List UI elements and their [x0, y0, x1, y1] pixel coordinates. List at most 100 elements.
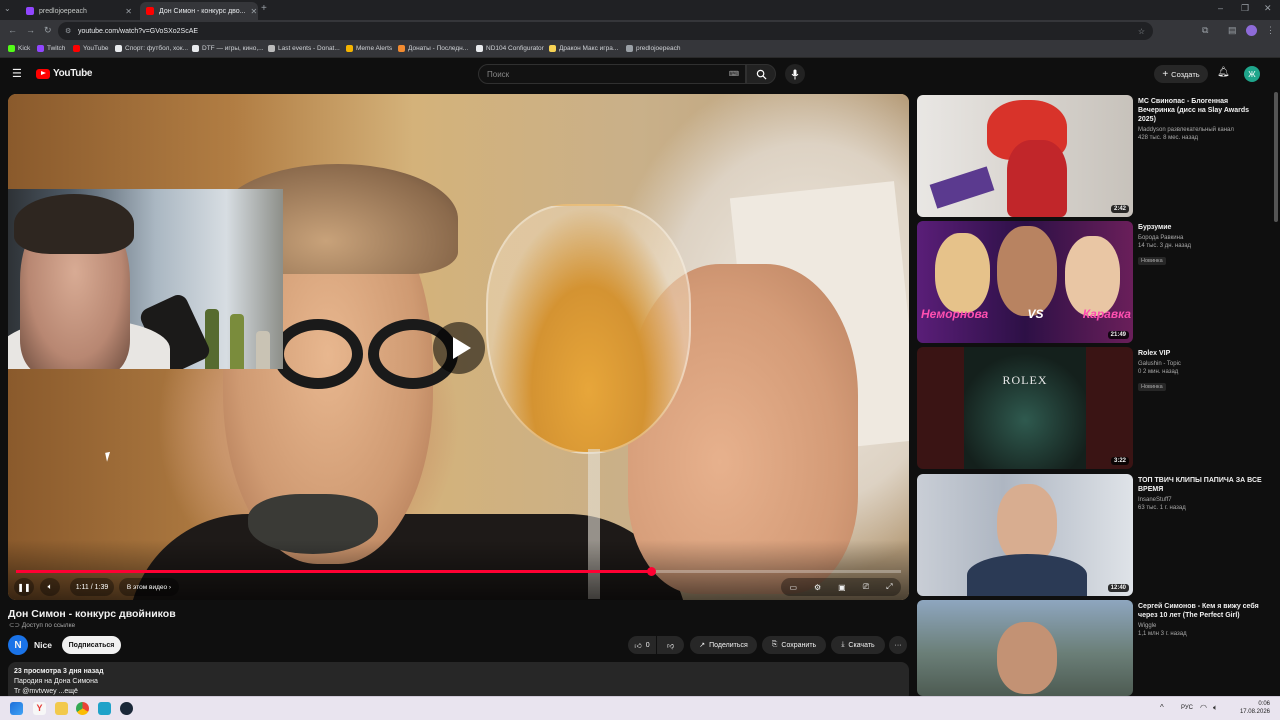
profile-avatar-icon[interactable] [1246, 25, 1257, 36]
like-button[interactable]: 👍︎ 0 [628, 636, 656, 654]
recommendation-item[interactable]: Неморнова VS Каравка 21:49 Бурзумие Боро… [917, 221, 1267, 343]
page-scrollbar[interactable] [1274, 92, 1278, 222]
mouse-cursor [105, 451, 115, 462]
rec-meta: 63 тыс. 1 г. назад [1138, 505, 1186, 511]
save-label: Сохранить [781, 641, 817, 649]
youtube-logo[interactable]: YouTube [36, 68, 93, 79]
pause-button[interactable]: ❚❚ [14, 578, 34, 596]
fullscreen-icon[interactable]: ⤢ [886, 582, 892, 592]
bookmark-donat[interactable]: Last events - Donat... [268, 45, 340, 52]
more-actions-button[interactable]: ··· [889, 636, 907, 654]
share-label: Поделиться [709, 641, 748, 649]
site-info-icon[interactable]: ⚙ [65, 27, 71, 35]
extensions-icon[interactable]: ⧉ [1202, 25, 1208, 36]
dislike-button[interactable]: 👎︎ [657, 636, 684, 654]
rec-channel[interactable]: Galushin - Topic [1138, 361, 1266, 367]
minimize-icon[interactable]: – [1218, 3, 1223, 13]
rec-title[interactable]: Бурзумие [1138, 223, 1266, 232]
bookmark-donaty[interactable]: Донаты - Последн... [398, 45, 468, 52]
speaker-icon[interactable]: 🔈︎ [1213, 703, 1218, 713]
microphone-icon [791, 69, 799, 79]
bottle [230, 314, 244, 369]
subscribe-button[interactable]: Подписаться [62, 636, 121, 654]
bookmark-dragon[interactable]: Дракон Макс игра... [549, 45, 618, 52]
rec-channel[interactable]: Борода Равкина [1138, 235, 1266, 241]
search-input[interactable]: Поиск ⌨ [478, 64, 746, 84]
windows-start-icon[interactable] [10, 702, 23, 715]
volume-button[interactable]: 🔈︎ [40, 578, 60, 596]
hamburger-menu-icon[interactable]: ☰ [12, 67, 22, 80]
video-title: Дон Симон - конкурс двойников [8, 608, 176, 620]
file-explorer-icon[interactable] [55, 702, 68, 715]
tab-search-icon[interactable]: ⌄ [4, 4, 11, 13]
progress-bar[interactable] [16, 567, 901, 576]
bookmark-sport[interactable]: Спорт: футбол, хок... [115, 45, 188, 52]
steam-icon[interactable] [120, 702, 133, 715]
recommendation-item[interactable]: Сергей Симонов - Кем я вижу себя через 1… [917, 600, 1267, 696]
video-thumbnail[interactable]: 2:42 [917, 95, 1133, 217]
video-thumbnail[interactable]: 12:40 [917, 474, 1133, 596]
rec-channel[interactable]: Wiggle [1138, 623, 1266, 629]
rec-title[interactable]: ТОП ТВИЧ КЛИПЫ ПАПИЧА ЗА ВСЕ ВРЕМЯ [1138, 476, 1266, 494]
account-avatar[interactable]: Ж [1244, 66, 1260, 82]
tab-youtube-video[interactable]: Дон Симон - конкурс дво... ✕ [140, 2, 258, 20]
rec-title[interactable]: МС Свинопас - Блогенная Вечеринка (дисс … [1138, 97, 1266, 124]
rec-title[interactable]: Сергей Симонов - Кем я вижу себя через 1… [1138, 602, 1266, 620]
sport-icon [115, 45, 122, 52]
rec-channel[interactable]: Maddyson развлекательный канал [1138, 127, 1266, 133]
recommendation-item[interactable]: 12:40 ТОП ТВИЧ КЛИПЫ ПАПИЧА ЗА ВСЕ ВРЕМЯ… [917, 474, 1267, 596]
bookmark-meme-alerts[interactable]: Meme Alerts [346, 45, 392, 52]
reload-icon[interactable]: ↻ [44, 25, 52, 36]
miniplayer-icon[interactable]: ▣ [838, 583, 846, 592]
search-button[interactable] [746, 64, 776, 84]
language-indicator[interactable]: РУС [1181, 705, 1193, 711]
bookmark-dtf[interactable]: DTF — игры, кино,... [192, 45, 264, 52]
bookmark-star-icon[interactable]: ☆ [1138, 27, 1145, 36]
maximize-icon[interactable]: ❐ [1241, 3, 1249, 14]
recommendation-item[interactable]: 2:42 МС Свинопас - Блогенная Вечеринка (… [917, 95, 1267, 217]
close-tab-icon[interactable]: ✕ [125, 7, 132, 16]
bookmark-predlojoepeach[interactable]: predlojoepeach [626, 45, 680, 52]
keyboard-icon[interactable]: ⌨ [729, 70, 739, 78]
download-button[interactable]: ⤓ Скачать [831, 636, 885, 654]
wifi-icon[interactable]: ◠ [1200, 703, 1207, 712]
share-button[interactable]: ↗ Поделиться [690, 636, 757, 654]
rec-channel[interactable]: InsaneStuff7 [1138, 497, 1266, 503]
side-panel-icon[interactable]: ▤ [1228, 25, 1237, 36]
tray-chevron-icon[interactable]: ^ [1160, 703, 1164, 712]
subtitles-icon[interactable]: ▭ [789, 583, 797, 592]
video-player[interactable]: ❚❚ 🔈︎ 1:11 / 1:39 В этом видео › ▭ ⚙ ▣ ⎚… [8, 94, 909, 600]
bookmark-nd104[interactable]: ND104 Configurator [476, 45, 544, 52]
tab-predlojoepeach[interactable]: predlojoepeach ✕ [20, 2, 138, 20]
yandex-browser-icon[interactable]: Y [33, 702, 46, 715]
close-tab-icon[interactable]: ✕ [251, 7, 258, 16]
chapters-button[interactable]: В этом видео › [119, 578, 179, 596]
channel-avatar[interactable]: N [8, 635, 28, 655]
new-tab-icon[interactable]: + [261, 3, 267, 14]
bookmark-youtube[interactable]: YouTube [73, 45, 109, 52]
voice-search-button[interactable] [785, 64, 805, 84]
video-thumbnail[interactable] [917, 600, 1133, 696]
back-icon[interactable]: ← [8, 25, 17, 35]
notifications-bell-icon[interactable]: 🔔︎ [1217, 67, 1230, 78]
rec-title[interactable]: Rolex VIP [1138, 349, 1266, 358]
close-window-icon[interactable]: ✕ [1264, 3, 1272, 14]
clock[interactable]: 0:06 17.08.2026 [1240, 700, 1270, 716]
video-thumbnail[interactable]: ROLEX 3:22 [917, 347, 1133, 469]
time-text: 1:11 / 1:39 [75, 583, 109, 591]
bookmark-twitch[interactable]: Twitch [37, 45, 65, 52]
channel-name[interactable]: Nice [34, 640, 52, 650]
cast-icon[interactable]: ⎚ [863, 582, 869, 592]
big-play-button[interactable] [433, 322, 485, 374]
address-bar[interactable]: ⚙ youtube.com/watch?v=GVoSXo2ScAE ☆ [58, 22, 1153, 40]
browser-menu-icon[interactable]: ⋮ [1266, 25, 1275, 36]
save-button[interactable]: ⎘ Сохранить [762, 636, 826, 654]
bookmark-kick[interactable]: Kick [8, 45, 30, 52]
settings-gear-icon[interactable]: ⚙ [814, 583, 821, 592]
video-thumbnail[interactable]: Неморнова VS Каравка 21:49 [917, 221, 1133, 343]
recommendation-item[interactable]: ROLEX 3:22 Rolex VIP Galushin - Topic 0 … [917, 347, 1267, 469]
notepad-icon[interactable] [98, 702, 111, 715]
forward-icon[interactable]: → [26, 25, 35, 35]
chrome-icon[interactable] [76, 702, 89, 715]
create-button[interactable]: + Создать [1154, 65, 1208, 83]
